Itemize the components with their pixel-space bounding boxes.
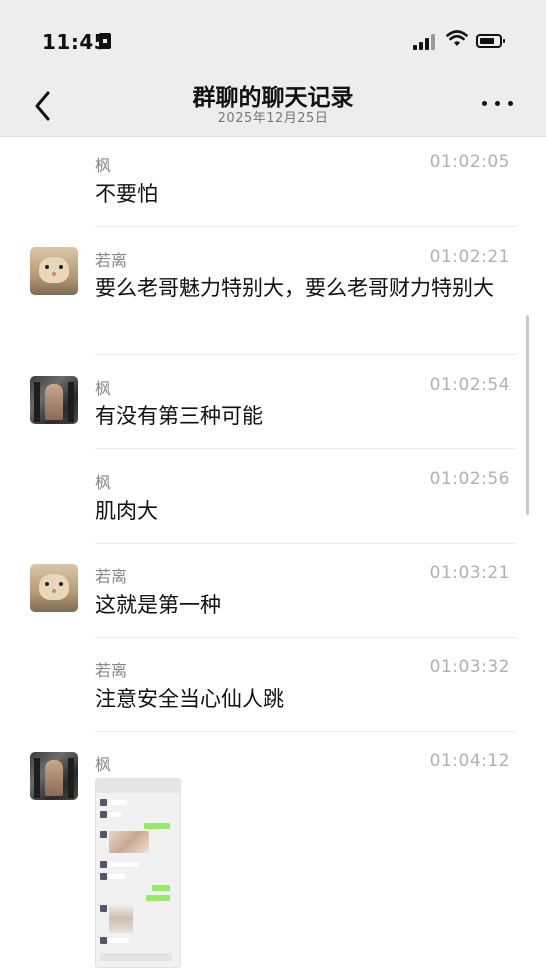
sender-name: 若离 — [95, 567, 128, 586]
navigation-bar: 群聊的聊天记录 2025年12月25日 — [0, 78, 546, 137]
avatar[interactable] — [30, 376, 78, 424]
scrollbar[interactable] — [526, 315, 529, 515]
message-time: 01:02:56 — [429, 469, 510, 489]
list-item[interactable]: 枫 01:02:05 不要怕 — [0, 137, 546, 227]
more-icon — [482, 101, 487, 106]
wifi-icon — [446, 30, 468, 46]
list-item[interactable]: 若离 01:03:21 这就是第一种 — [0, 544, 546, 638]
avatar[interactable] — [30, 247, 78, 295]
message-text: 肌肉大 — [95, 499, 158, 523]
message-time: 01:04:12 — [429, 751, 510, 771]
message-text: 不要怕 — [95, 182, 158, 206]
sender-name: 枫 — [95, 755, 112, 774]
avatar[interactable] — [30, 564, 78, 612]
list-item[interactable]: 若离 01:03:32 注意安全当心仙人跳 — [0, 638, 546, 732]
sender-name: 枫 — [95, 379, 112, 398]
message-text: 要么老哥魅力特别大，要么老哥财力特别大 — [95, 276, 494, 300]
message-time: 01:02:05 — [429, 152, 510, 172]
battery-icon — [476, 34, 505, 48]
signal-icon — [413, 34, 437, 50]
message-time: 01:03:21 — [429, 563, 510, 583]
sender-name: 若离 — [95, 251, 128, 270]
sender-name: 枫 — [95, 156, 112, 175]
list-item[interactable]: 枫 01:04:12 — [0, 732, 546, 977]
avatar[interactable] — [30, 752, 78, 800]
status-bar: 11:45 — [0, 0, 546, 78]
message-text: 注意安全当心仙人跳 — [95, 687, 284, 711]
message-text: 有没有第三种可能 — [95, 404, 263, 428]
message-text: 这就是第一种 — [95, 593, 221, 617]
chat-history-list[interactable]: 枫 01:02:05 不要怕 若离 01:02:21 要么老哥魅力特别大，要么老… — [0, 137, 546, 977]
list-item[interactable]: 枫 01:02:54 有没有第三种可能 — [0, 355, 546, 449]
image-thumbnail[interactable] — [95, 778, 181, 968]
message-time: 01:02:21 — [429, 247, 510, 267]
lock-icon — [99, 33, 111, 49]
sender-name: 若离 — [95, 661, 128, 680]
message-time: 01:02:54 — [429, 375, 510, 395]
message-time: 01:03:32 — [429, 657, 510, 677]
list-item[interactable]: 若离 01:02:21 要么老哥魅力特别大，要么老哥财力特别大 — [0, 227, 546, 355]
list-item[interactable]: 枫 01:02:56 肌肉大 — [0, 449, 546, 544]
page-subtitle: 2025年12月25日 — [217, 111, 329, 126]
more-button[interactable] — [482, 92, 516, 114]
sender-name: 枫 — [95, 473, 112, 492]
